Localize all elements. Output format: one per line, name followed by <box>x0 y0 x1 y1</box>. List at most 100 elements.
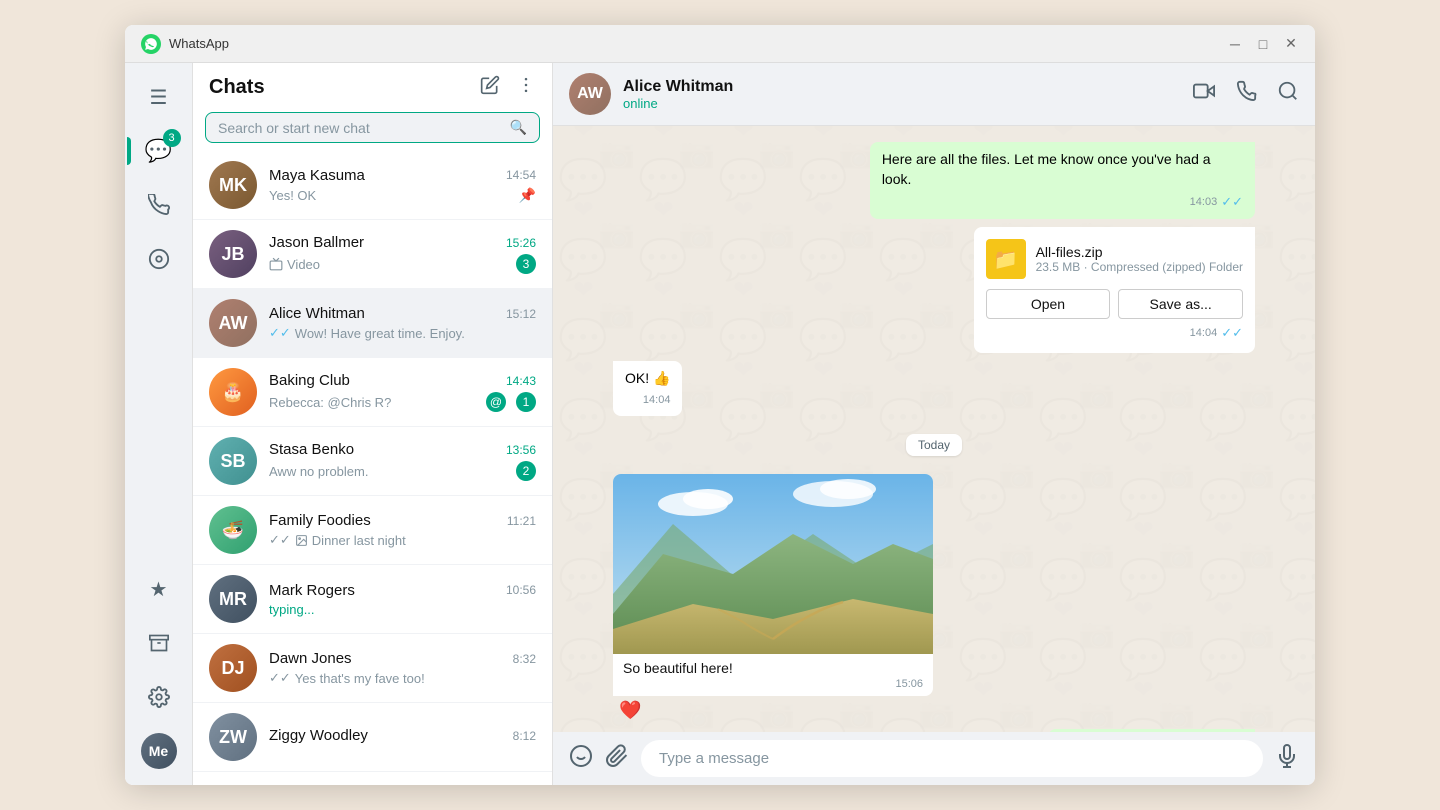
chat-info-stasa: Stasa Benko 13:56 Aww no problem. 2 <box>269 441 536 481</box>
chats-nav-icon[interactable]: 💬 3 <box>141 133 177 169</box>
emoji-icon[interactable] <box>569 744 593 774</box>
avatar-alice: AW <box>209 299 257 347</box>
avatar-jason: JB <box>209 230 257 278</box>
avatar-family: 🍜 <box>209 506 257 554</box>
voice-call-icon[interactable] <box>1235 80 1257 108</box>
chat-name-mark: Mark Rogers <box>269 582 355 599</box>
avatar-baking: 🎂 <box>209 368 257 416</box>
save-file-button[interactable]: Save as... <box>1118 289 1243 319</box>
chat-item-dawn[interactable]: DJ Dawn Jones 8:32 ✓✓ Yes that's my fave… <box>193 634 552 703</box>
file-message-check: ✓✓ <box>1221 325 1243 341</box>
chat-info-mark: Mark Rogers 10:56 typing... <box>269 582 536 617</box>
image-message-time: 15:06 <box>895 678 923 690</box>
file-actions: Open Save as... <box>986 289 1243 319</box>
mention-icon-baking: @ <box>486 392 506 412</box>
chat-info-jason: Jason Ballmer 15:26 Video 3 <box>269 234 536 274</box>
chat-preview-dawn: ✓✓ Yes that's my fave too! <box>269 670 536 686</box>
search-input[interactable] <box>218 120 510 136</box>
mountain-image <box>613 474 933 654</box>
chat-time-dawn: 8:32 <box>513 652 536 666</box>
chat-list-title: Chats <box>209 76 265 99</box>
avatar-stasa: SB <box>209 437 257 485</box>
unread-badge-baking: 1 <box>516 392 536 412</box>
chat-topbar-avatar[interactable]: AW <box>569 73 611 115</box>
status-nav-icon[interactable] <box>141 241 177 277</box>
message-time-r1: 14:04 <box>643 393 671 408</box>
avatar-dawn: DJ <box>209 644 257 692</box>
chat-info-family: Family Foodies 11:21 ✓✓ Dinner last nigh… <box>269 512 536 548</box>
chat-main: 💬📷❤ AW Alice Whitman online <box>553 63 1315 785</box>
maximize-button[interactable]: □ <box>1255 36 1271 52</box>
minimize-button[interactable]: ─ <box>1227 36 1243 52</box>
chat-item-maya[interactable]: MK Maya Kasuma 14:54 Yes! OK 📌 <box>193 151 552 220</box>
attachment-icon[interactable] <box>605 744 629 774</box>
date-divider: Today <box>613 436 1255 454</box>
image-bubble: So beautiful here! 15:06 <box>613 474 933 696</box>
calls-nav-icon[interactable] <box>141 187 177 223</box>
search-icon: 🔍 <box>510 119 527 136</box>
avatar-maya: MK <box>209 161 257 209</box>
message-time: 14:03 <box>1190 195 1218 210</box>
chat-time-maya: 14:54 <box>506 168 536 182</box>
messages-area[interactable]: Here are all the files. Let me know once… <box>553 126 1315 732</box>
window-controls: ─ □ ✕ <box>1227 36 1299 52</box>
chat-time-alice: 15:12 <box>506 307 536 321</box>
open-file-button[interactable]: Open <box>986 289 1111 319</box>
message-text: Here are all the files. Let me know once… <box>882 150 1243 189</box>
chat-name-jason: Jason Ballmer <box>269 234 364 251</box>
user-avatar-icon[interactable]: Me <box>141 733 177 769</box>
chat-item-ziggy[interactable]: ZW Ziggy Woodley 8:12 <box>193 703 552 772</box>
close-button[interactable]: ✕ <box>1283 36 1299 52</box>
chat-time-mark: 10:56 <box>506 583 536 597</box>
message-row-file: 📁 All-files.zip 23.5 MB · Compressed (zi… <box>613 227 1255 353</box>
archived-nav-icon[interactable] <box>141 625 177 661</box>
message-bubble-received-1: OK! 👍 14:04 <box>613 361 682 416</box>
message-input[interactable] <box>641 740 1263 777</box>
chat-list: MK Maya Kasuma 14:54 Yes! OK 📌 <box>193 151 552 785</box>
chat-item-family[interactable]: 🍜 Family Foodies 11:21 ✓✓ Dinner last ni… <box>193 496 552 565</box>
file-message-time: 14:04 <box>1190 327 1218 339</box>
file-icon: 📁 <box>986 239 1026 279</box>
chat-name-alice: Alice Whitman <box>269 305 365 322</box>
chat-name-family: Family Foodies <box>269 512 371 529</box>
chat-item-mark[interactable]: MR Mark Rogers 10:56 typing... <box>193 565 552 634</box>
heart-reaction: ❤️ <box>619 700 933 721</box>
chat-time-jason: 15:26 <box>506 236 536 250</box>
file-name: All-files.zip <box>1036 244 1243 260</box>
icon-sidebar-bottom: ★ Me <box>141 571 177 769</box>
chat-info-baking: Baking Club 14:43 Rebecca: @Chris R? @ 1 <box>269 372 536 412</box>
date-divider-text: Today <box>906 434 962 456</box>
double-check-alice: ✓✓ <box>269 325 291 341</box>
starred-nav-icon[interactable]: ★ <box>141 571 177 607</box>
chat-preview-family: ✓✓ Dinner last night <box>269 532 536 548</box>
settings-nav-icon[interactable] <box>141 679 177 715</box>
new-chat-icon[interactable] <box>480 75 500 100</box>
chat-item-stasa[interactable]: SB Stasa Benko 13:56 Aww no problem. 2 <box>193 427 552 496</box>
chat-info-ziggy: Ziggy Woodley 8:12 <box>269 727 536 747</box>
chat-info-alice: Alice Whitman 15:12 ✓✓ Wow! Have great t… <box>269 305 536 341</box>
chat-item-alice[interactable]: AW Alice Whitman 15:12 ✓✓ Wow! Have grea… <box>193 289 552 358</box>
chat-time-ziggy: 8:12 <box>513 729 536 743</box>
chat-name-ziggy: Ziggy Woodley <box>269 727 368 744</box>
search-bar[interactable]: 🔍 <box>205 112 540 143</box>
file-size: 23.5 MB · Compressed (zipped) Folder <box>1036 260 1243 274</box>
chat-preview-stasa: Aww no problem. <box>269 464 510 479</box>
app-window: WhatsApp ─ □ ✕ ☰ 💬 3 <box>125 25 1315 785</box>
chat-time-family: 11:21 <box>507 514 536 528</box>
chat-menu-icon[interactable] <box>516 75 536 100</box>
voice-message-icon[interactable] <box>1275 744 1299 774</box>
chat-list-header: Chats <box>193 63 552 108</box>
chat-item-baking[interactable]: 🎂 Baking Club 14:43 Rebecca: @Chris R? @… <box>193 358 552 427</box>
app-body: ☰ 💬 3 ★ <box>125 63 1315 785</box>
app-title: WhatsApp <box>169 36 1227 51</box>
message-row-received-1: OK! 👍 14:04 <box>613 361 1255 416</box>
menu-icon[interactable]: ☰ <box>141 79 177 115</box>
chat-name-maya: Maya Kasuma <box>269 167 365 184</box>
search-messages-icon[interactable] <box>1277 80 1299 108</box>
video-call-icon[interactable] <box>1193 80 1215 108</box>
chat-item-jason[interactable]: JB Jason Ballmer 15:26 Video 3 <box>193 220 552 289</box>
chat-topbar-name: Alice Whitman <box>623 78 1193 96</box>
message-row-image: So beautiful here! 15:06 ❤️ <box>613 474 1255 721</box>
pin-icon-maya: 📌 <box>519 187 536 204</box>
chat-info-dawn: Dawn Jones 8:32 ✓✓ Yes that's my fave to… <box>269 650 536 686</box>
